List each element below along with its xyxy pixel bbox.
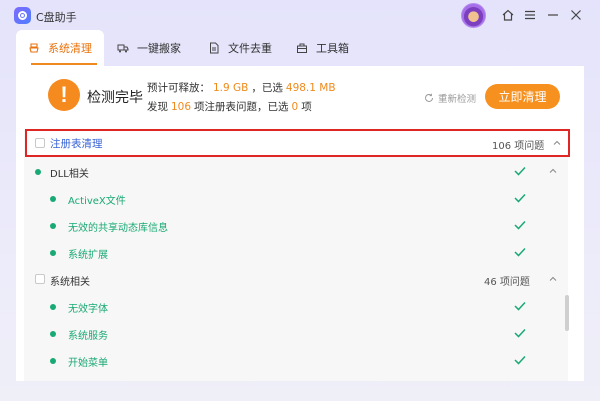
close-icon[interactable] <box>566 5 586 25</box>
registry-clean-header[interactable]: 注册表清理 106 项问题 <box>25 129 570 157</box>
registry-title: 注册表清理 <box>50 138 103 150</box>
clean-now-button[interactable]: 立即清理 <box>485 84 560 109</box>
status-dot <box>50 250 56 256</box>
tab-toolbox[interactable]: 工具箱 <box>296 30 349 66</box>
tab-label: 系统清理 <box>48 42 92 55</box>
file-icon <box>210 42 219 54</box>
release-size: 1.9 GB <box>213 82 249 94</box>
menu-icon[interactable] <box>520 5 540 25</box>
release-summary: 预计可释放： 1.9 GB ，已选 498.1 MB <box>147 82 336 94</box>
registry-issue-count: 106 <box>171 101 192 113</box>
tab-label: 一键搬家 <box>137 42 181 55</box>
status-dot <box>50 358 56 364</box>
tab-file-dedup[interactable]: 文件去重 <box>208 30 272 66</box>
main-panel: ! 检测完毕 预计可释放： 1.9 GB ，已选 498.1 MB 发现 106 项注册表… <box>16 66 584 381</box>
scan-status-title: 检测完毕 <box>87 90 143 106</box>
group-system[interactable]: 系统相关 46 项问题 <box>24 266 568 293</box>
warning-icon: ! <box>48 79 80 111</box>
refresh-icon <box>425 93 433 102</box>
chevron-up-icon[interactable] <box>552 138 562 148</box>
check-icon <box>514 328 526 338</box>
group-dll[interactable]: DLL相关 <box>24 158 568 185</box>
tab-one-click-move[interactable]: 一键搬家 <box>117 30 181 66</box>
registry-header-row[interactable]: 注册表清理 106 项问题 <box>27 131 568 155</box>
status-dot <box>50 304 56 310</box>
status-dot <box>50 331 56 337</box>
selected-size: 498.1 MB <box>285 82 336 94</box>
cleanup-list[interactable]: DLL相关 ActiveX文件 无效的共享动态库信息 系统扩展 系统相关 46 … <box>24 129 568 381</box>
check-icon <box>514 220 526 230</box>
user-avatar[interactable] <box>461 3 486 28</box>
list-item[interactable]: 系统服务 <box>24 320 568 347</box>
tab-system-clean[interactable]: 系统清理 <box>16 30 104 66</box>
list-item[interactable]: 无效的共享动态库信息 <box>24 212 568 239</box>
list-item[interactable]: ActiveX文件 <box>24 185 568 212</box>
active-tab-indicator <box>31 63 97 65</box>
status-dot <box>50 196 56 202</box>
registry-checkbox[interactable] <box>35 138 45 148</box>
status-dot <box>35 169 41 175</box>
list-item[interactable]: 系统扩展 <box>24 239 568 266</box>
check-icon <box>514 166 526 176</box>
app-logo-icon <box>14 7 31 24</box>
rescan-button[interactable]: 重新检测 <box>424 91 476 105</box>
list-item[interactable]: 无效字体 <box>24 293 568 320</box>
toolbox-icon <box>297 43 307 53</box>
list-item-partial[interactable] <box>24 374 568 381</box>
tab-label: 工具箱 <box>316 42 349 55</box>
registry-summary: 发现 106 项注册表问题，已选 0 项 <box>147 101 312 113</box>
check-icon <box>514 193 526 203</box>
tab-label: 文件去重 <box>228 42 272 55</box>
group-checkbox[interactable] <box>35 274 45 284</box>
check-icon <box>514 355 526 365</box>
status-dot <box>50 223 56 229</box>
truck-icon <box>117 44 129 53</box>
check-icon <box>514 301 526 311</box>
scrollbar[interactable] <box>565 295 569 331</box>
broom-icon <box>29 43 39 53</box>
registry-selected-count: 0 <box>291 101 299 113</box>
chevron-up-icon[interactable] <box>548 274 558 284</box>
title-bar: C盘助手 <box>0 0 600 30</box>
home-icon[interactable] <box>498 5 518 25</box>
minimize-icon[interactable] <box>543 5 563 25</box>
chevron-up-icon[interactable] <box>548 166 558 176</box>
tab-bar: 系统清理 一键搬家 文件去重 工具箱 <box>0 30 600 66</box>
app-title: C盘助手 <box>36 11 77 24</box>
check-icon <box>514 247 526 257</box>
group-issue-count: 46 项问题 <box>484 277 530 288</box>
list-item[interactable]: 开始菜单 <box>24 347 568 374</box>
registry-issue-count: 106 项问题 <box>492 141 545 152</box>
